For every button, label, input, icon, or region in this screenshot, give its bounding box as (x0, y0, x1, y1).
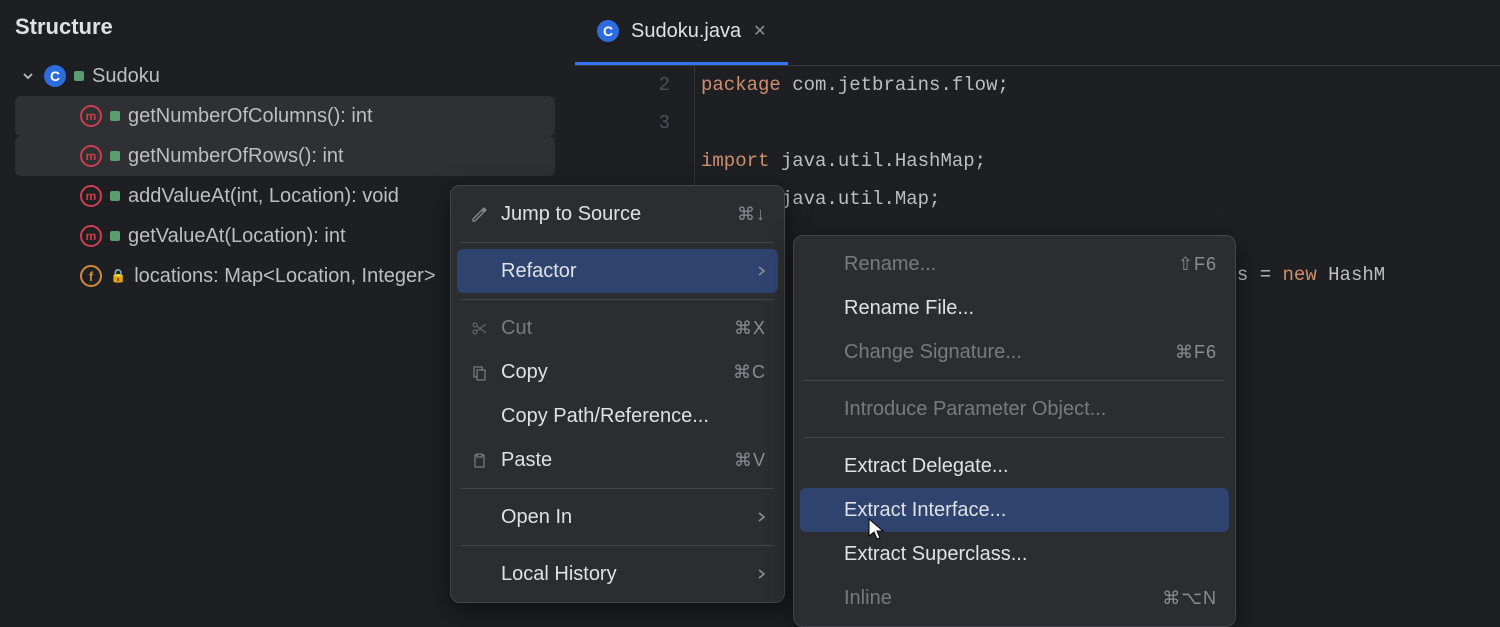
tab-label: Sudoku.java (631, 20, 741, 43)
tab-bar: C Sudoku.java ✕ (575, 0, 1500, 66)
tree-root-row[interactable]: C Sudoku (0, 56, 575, 96)
chevron-down-icon[interactable] (20, 68, 36, 84)
chevron-right-icon (756, 506, 766, 529)
method-icon: m (80, 185, 102, 207)
menu-separator (461, 488, 774, 489)
context-menu-item[interactable]: Refactor (457, 249, 778, 293)
menu-item-label: Change Signature... (844, 341, 1163, 364)
refactor-submenu-item[interactable]: Extract Delegate... (800, 444, 1229, 488)
code-line[interactable] (701, 104, 1500, 142)
tree-member-label: getNumberOfRows(): int (128, 145, 344, 168)
code-line[interactable]: import java.util.HashMap; (701, 142, 1500, 180)
refactor-submenu-item[interactable]: Extract Superclass... (800, 532, 1229, 576)
refactor-submenu-item[interactable]: Extract Interface... (800, 488, 1229, 532)
refactor-submenu: Rename... ⇧F6 Rename File... Change Signatu… (793, 235, 1236, 627)
structure-panel-title: Structure (0, 14, 575, 56)
tree-member-label: locations: Map<Location, Integer> (134, 265, 435, 288)
context-menu-item[interactable]: Copy Path/Reference... (457, 394, 778, 438)
chevron-right-icon (756, 260, 766, 283)
menu-item-label: Cut (501, 317, 722, 340)
menu-item-label: Copy (501, 361, 721, 384)
menu-item-label: Extract Superclass... (844, 543, 1217, 566)
menu-item-label: Inline (844, 587, 1150, 610)
method-icon: m (80, 145, 102, 167)
menu-item-label: Extract Interface... (844, 499, 1217, 522)
menu-item-label: Introduce Parameter Object... (844, 398, 1217, 421)
menu-item-shortcut: ⌘C (733, 362, 766, 383)
menu-item-shortcut: ⌘X (734, 318, 766, 339)
menu-item-label: Copy Path/Reference... (501, 405, 766, 428)
menu-item-label: Open In (501, 506, 744, 529)
refactor-submenu-item: Change Signature... ⌘F6 (800, 330, 1229, 374)
method-icon: m (80, 225, 102, 247)
tree-member-label: getNumberOfColumns(): int (128, 105, 373, 128)
field-icon: f (80, 265, 102, 287)
menu-item-label: Extract Delegate... (844, 455, 1217, 478)
tree-member-label: getValueAt(Location): int (128, 225, 346, 248)
context-menu-item: Cut ⌘X (457, 306, 778, 350)
context-menu: Jump to Source⌘↓RefactorCut⌘XCopy⌘CCopy … (450, 185, 785, 603)
context-menu-item[interactable]: Paste ⌘V (457, 438, 778, 482)
context-menu-item[interactable]: Open In (457, 495, 778, 539)
tab-sudoku-java[interactable]: C Sudoku.java ✕ (575, 0, 788, 65)
paste-icon (469, 452, 489, 469)
scissors-icon (469, 320, 489, 337)
refactor-submenu-item: Introduce Parameter Object... (800, 387, 1229, 431)
context-menu-item[interactable]: Jump to Source ⌘↓ (457, 192, 778, 236)
menu-item-shortcut: ⌘F6 (1175, 342, 1217, 363)
tree-member-row[interactable]: m getNumberOfRows(): int (15, 136, 555, 176)
class-icon: C (597, 20, 619, 42)
close-icon[interactable]: ✕ (753, 21, 766, 41)
public-modifier-icon (110, 231, 120, 241)
menu-item-label: Local History (501, 563, 744, 586)
menu-item-label: Rename File... (844, 297, 1217, 320)
copy-icon (469, 364, 489, 381)
refactor-submenu-item[interactable]: Rename File... (800, 286, 1229, 330)
public-modifier-icon (110, 111, 120, 121)
refactor-submenu-item: Inline ⌘⌥N (800, 576, 1229, 620)
code-line[interactable]: import java.util.Map; (701, 180, 1500, 218)
menu-item-label: Paste (501, 449, 722, 472)
method-icon: m (80, 105, 102, 127)
public-modifier-icon (110, 151, 120, 161)
menu-item-shortcut: ⌘↓ (737, 204, 766, 225)
menu-item-shortcut: ⇧F6 (1178, 254, 1217, 275)
line-number: 2 (575, 66, 670, 104)
menu-separator (804, 380, 1225, 381)
menu-separator (804, 437, 1225, 438)
menu-item-label: Jump to Source (501, 203, 725, 226)
chevron-right-icon (756, 563, 766, 586)
context-menu-item[interactable]: Copy ⌘C (457, 350, 778, 394)
tree-root-label: Sudoku (92, 65, 160, 88)
menu-separator (461, 242, 774, 243)
context-menu-item[interactable]: Local History (457, 552, 778, 596)
code-line[interactable]: package com.jetbrains.flow; (701, 66, 1500, 104)
public-modifier-icon (110, 191, 120, 201)
menu-item-shortcut: ⌘V (734, 450, 766, 471)
menu-item-label: Refactor (501, 260, 744, 283)
line-number: 3 (575, 104, 670, 142)
tree-member-row[interactable]: m getNumberOfColumns(): int (15, 96, 555, 136)
public-modifier-icon (74, 71, 84, 81)
class-icon: C (44, 65, 66, 87)
menu-separator (461, 299, 774, 300)
pencil-icon (469, 206, 489, 223)
lock-icon: 🔒 (110, 268, 126, 284)
menu-item-label: Rename... (844, 253, 1166, 276)
menu-separator (461, 545, 774, 546)
refactor-submenu-item: Rename... ⇧F6 (800, 242, 1229, 286)
tree-member-label: addValueAt(int, Location): void (128, 185, 399, 208)
menu-item-shortcut: ⌘⌥N (1162, 588, 1217, 609)
